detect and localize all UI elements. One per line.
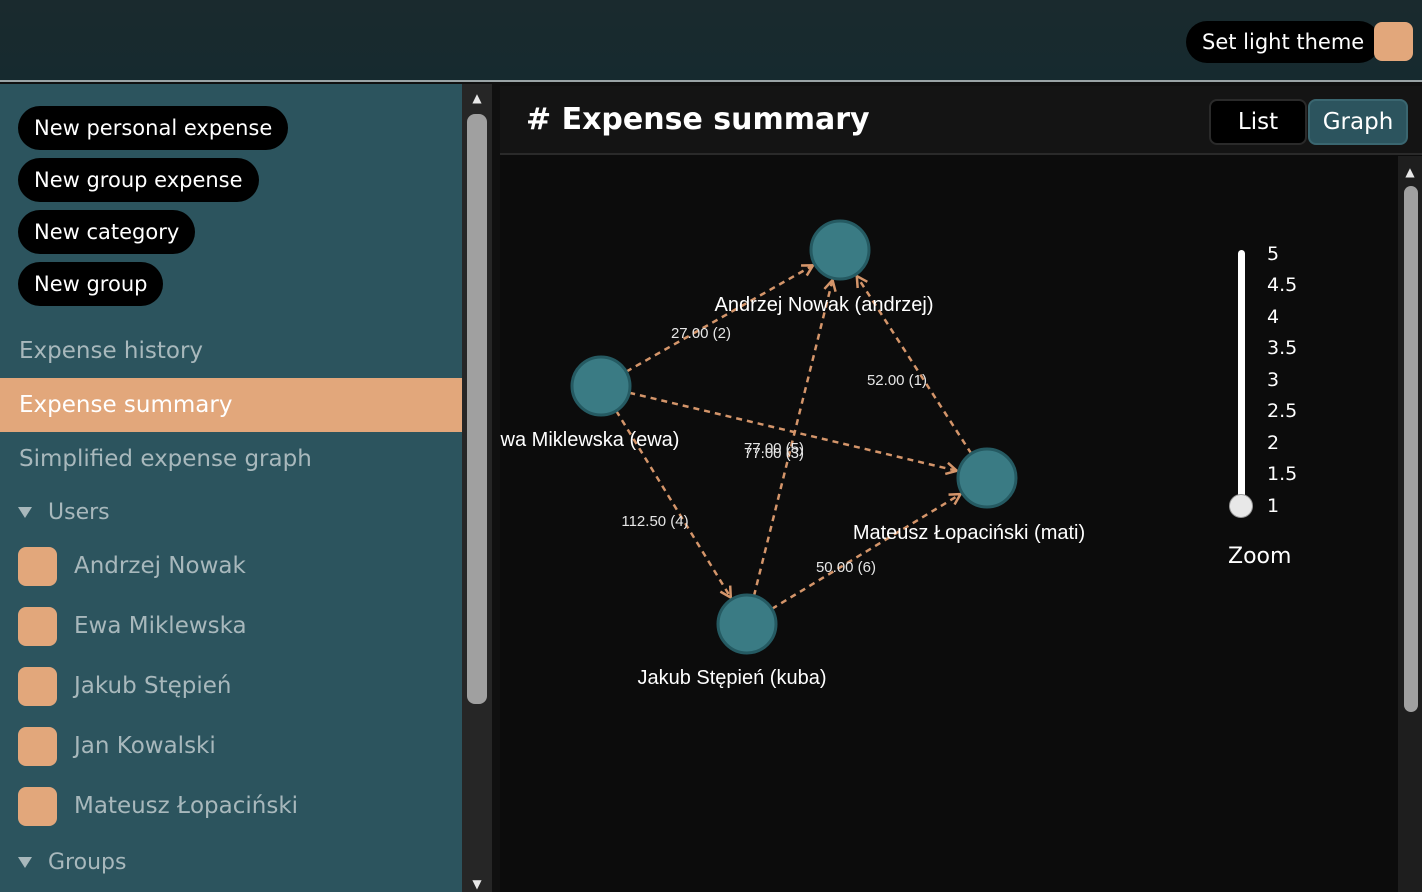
tab-list[interactable]: List	[1209, 99, 1307, 145]
edge-label: 27.00 (2)	[671, 325, 731, 342]
triangle-down-icon	[18, 856, 32, 868]
expense-graph: 27.00 (2) 52.00 (1) 77.00 (5) 77.00 (3) 112.…	[500, 156, 1398, 892]
groups-section-label: Groups	[48, 849, 127, 875]
user-name: Ewa Miklewska	[74, 613, 247, 639]
graph-node[interactable]	[956, 447, 1018, 509]
graph-node[interactable]	[809, 219, 871, 281]
user-item[interactable]: Jakub Stępień	[0, 661, 462, 711]
user-avatar-icon	[18, 546, 57, 586]
tab-graph[interactable]: Graph	[1308, 99, 1408, 145]
zoom-label: Zoom	[1228, 544, 1292, 569]
set-light-theme-button[interactable]: Set light theme	[1186, 21, 1381, 63]
new-group-button[interactable]: New group	[18, 262, 164, 306]
sidebar-scrollbar[interactable]: ▲ ▼	[462, 84, 492, 892]
users-section-label: Users	[48, 499, 110, 525]
user-item[interactable]: Andrzej Nowak	[0, 541, 462, 591]
zoom-tick: 1	[1267, 495, 1280, 517]
zoom-tick: 2.5	[1267, 400, 1298, 422]
edge-label: 50.00 (6)	[816, 559, 876, 576]
zoom-tick: 5	[1267, 243, 1280, 265]
edge-line	[771, 493, 962, 610]
zoom-tick: 1.5	[1267, 463, 1298, 485]
edge-line	[625, 264, 814, 373]
node-label: Andrzej Nowak (andrzej)	[715, 294, 934, 316]
zoom-tick: 4.5	[1267, 274, 1298, 296]
user-name: Andrzej Nowak	[74, 553, 246, 579]
zoom-tick: 4	[1267, 306, 1280, 328]
user-name: Jakub Stępień	[74, 673, 232, 699]
graph-node[interactable]	[716, 593, 778, 655]
zoom-tick: 3	[1267, 369, 1280, 391]
user-item[interactable]: Mateusz Łopaciński	[0, 781, 462, 831]
panel-header: # Expense summary List Graph	[500, 86, 1422, 155]
expense-graph-canvas: 27.00 (2)52.00 (1)77.00 (5)77.00 (3)112.…	[500, 219, 1085, 689]
edge-label: 77.00 (3)	[744, 445, 804, 462]
user-item[interactable]: Ewa Miklewska	[0, 601, 462, 651]
users-section-toggle[interactable]: Users	[0, 490, 110, 534]
user-avatar-icon	[18, 666, 57, 706]
edge-line	[752, 279, 834, 597]
new-category-button[interactable]: New category	[18, 210, 196, 254]
new-group-expense-button[interactable]: New group expense	[18, 158, 259, 202]
scroll-up-arrow-icon[interactable]: ▲	[1398, 166, 1422, 178]
nav-expense-summary[interactable]: Expense summary	[0, 378, 462, 432]
zoom-tick: 3.5	[1267, 337, 1298, 359]
user-avatar-icon	[18, 606, 57, 646]
node-label: Mateusz Łopaciński (mati)	[853, 522, 1085, 544]
node-label: wa Miklewska (ewa)	[500, 429, 679, 451]
user-name: Jan Kowalski	[74, 733, 216, 759]
page-title: # Expense summary	[526, 102, 870, 137]
graph-node[interactable]	[570, 355, 632, 417]
graph-scrollbar[interactable]: ▲	[1398, 156, 1422, 892]
user-avatar-icon	[18, 786, 57, 826]
edge-arrowhead-icon	[719, 585, 733, 600]
new-personal-expense-button[interactable]: New personal expense	[18, 106, 289, 150]
user-item[interactable]: Jan Kowalski	[0, 721, 462, 771]
user-avatar[interactable]	[1374, 22, 1413, 61]
zoom-tick: 2	[1267, 432, 1280, 454]
graph-scrollbar-thumb[interactable]	[1404, 186, 1418, 712]
edge-label: 112.50 (4)	[621, 513, 688, 530]
zoom-slider-handle[interactable]	[1229, 494, 1253, 518]
triangle-down-icon	[18, 506, 32, 518]
user-name: Mateusz Łopaciński	[74, 793, 299, 819]
user-avatar-icon	[18, 726, 57, 766]
sidebar: New personal expense New group expense N…	[0, 84, 462, 892]
top-bar: Set light theme	[0, 0, 1422, 82]
sidebar-scrollbar-thumb[interactable]	[467, 114, 487, 704]
edge-label: 52.00 (1)	[867, 372, 927, 389]
scroll-down-arrow-icon[interactable]: ▼	[462, 878, 492, 890]
scroll-up-arrow-icon[interactable]: ▲	[462, 92, 492, 104]
zoom-slider-track[interactable]	[1238, 250, 1245, 508]
node-label: Jakub Stępień (kuba)	[637, 667, 826, 689]
groups-section-toggle[interactable]: Groups	[0, 840, 126, 884]
nav-simplified-expense-graph[interactable]: Simplified expense graph	[0, 432, 462, 486]
nav-expense-history[interactable]: Expense history	[0, 324, 462, 378]
